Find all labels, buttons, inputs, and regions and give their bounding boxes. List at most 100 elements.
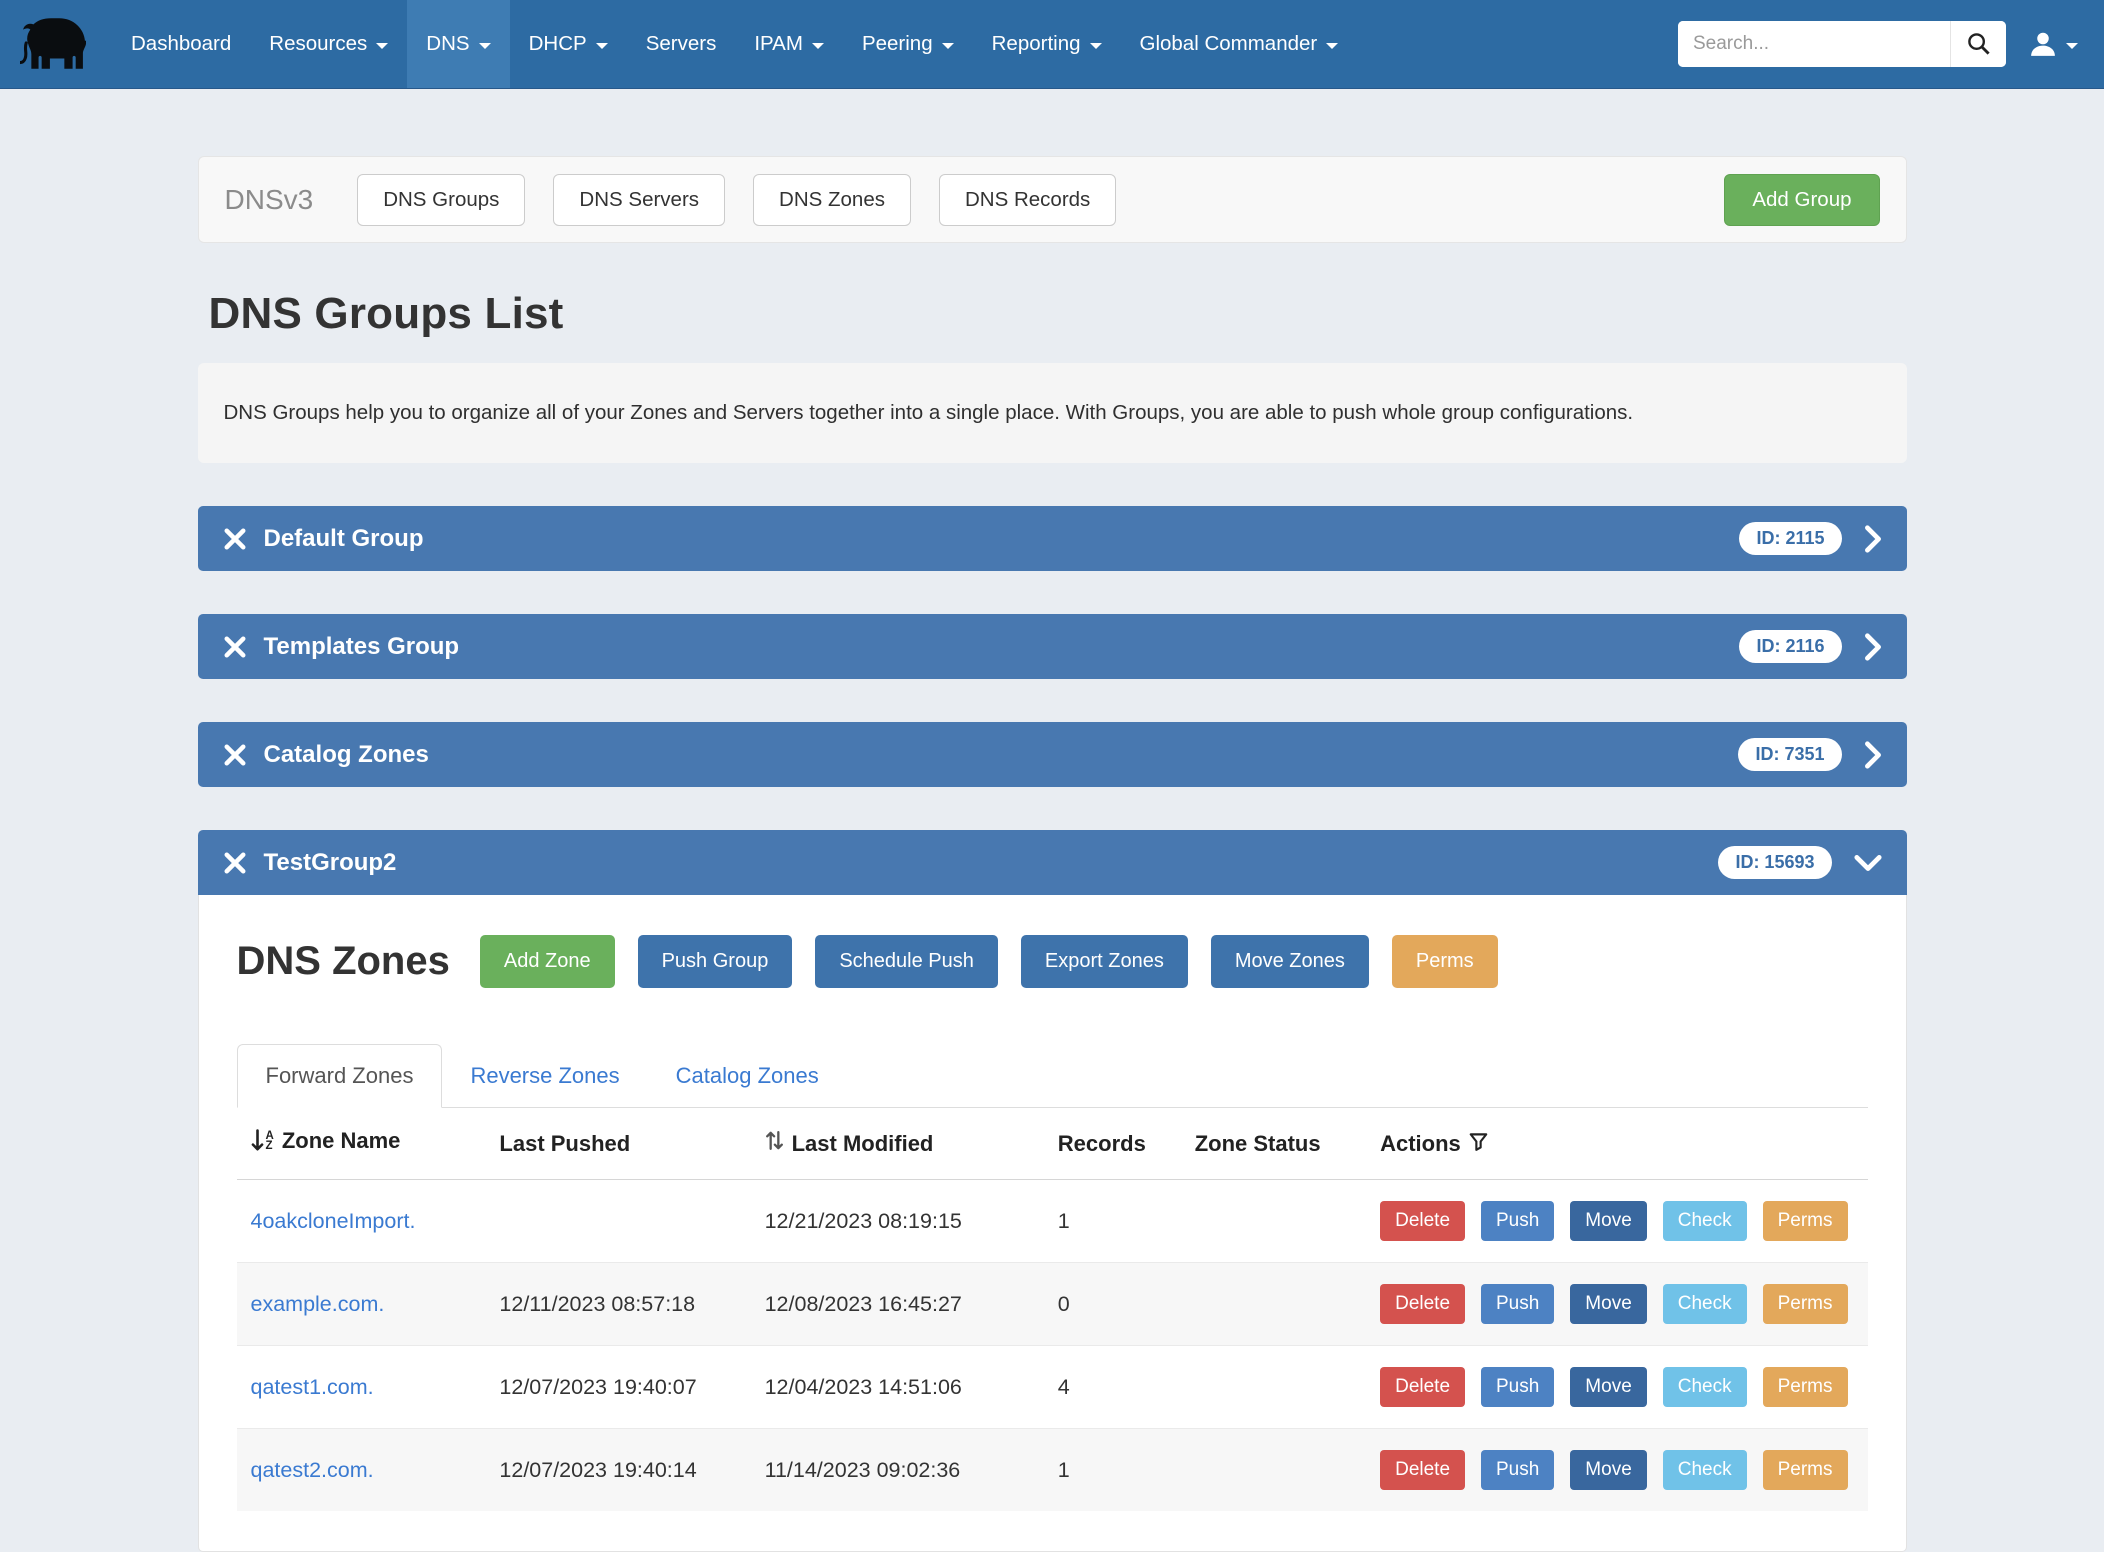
chevron-right-icon[interactable]: [1864, 741, 1882, 769]
user-menu[interactable]: [2028, 29, 2078, 59]
delete-button[interactable]: Delete: [1380, 1450, 1465, 1490]
nav-item-ipam[interactable]: IPAM: [735, 0, 843, 88]
add-zone-button[interactable]: Add Zone: [480, 935, 615, 988]
dnsv3-toolbar: DNSv3 DNS Groups DNS Servers DNS Zones D…: [198, 156, 1907, 243]
group-name: Default Group: [264, 525, 424, 553]
move-button[interactable]: Move: [1570, 1450, 1646, 1490]
check-button[interactable]: Check: [1663, 1284, 1747, 1324]
zone-link[interactable]: 4oakcloneImport.: [251, 1209, 416, 1233]
nav-label: Global Commander: [1140, 32, 1318, 56]
move-zones-button[interactable]: Move Zones: [1211, 935, 1369, 988]
search-input[interactable]: [1678, 21, 1950, 67]
group-bar-testgroup2[interactable]: TestGroup2 ID: 15693: [198, 830, 1907, 895]
nav-item-peering[interactable]: Peering: [843, 0, 973, 88]
column-label: Actions: [1380, 1131, 1461, 1157]
dns-records-button[interactable]: DNS Records: [939, 174, 1116, 226]
sort-alpha-down-icon: AZ: [251, 1129, 274, 1153]
delete-group-icon[interactable]: [223, 527, 247, 551]
nav-item-dashboard[interactable]: Dashboard: [112, 0, 250, 88]
last-pushed-cell: 12/07/2023 19:40:07: [489, 1346, 754, 1429]
move-button[interactable]: Move: [1570, 1284, 1646, 1324]
search-button[interactable]: [1950, 21, 2006, 67]
push-button[interactable]: Push: [1481, 1284, 1554, 1324]
nav-item-servers[interactable]: Servers: [627, 0, 736, 88]
check-button[interactable]: Check: [1663, 1450, 1747, 1490]
check-button[interactable]: Check: [1663, 1201, 1747, 1241]
nav-label: Dashboard: [131, 32, 231, 56]
chevron-right-icon[interactable]: [1864, 525, 1882, 553]
last-modified-cell: 11/14/2023 09:02:36: [755, 1429, 1048, 1512]
delete-group-icon[interactable]: [223, 635, 247, 659]
nav-item-resources[interactable]: Resources: [250, 0, 407, 88]
push-button[interactable]: Push: [1481, 1201, 1554, 1241]
column-label: Last Modified: [792, 1131, 934, 1157]
page-container: DNSv3 DNS Groups DNS Servers DNS Zones D…: [198, 156, 1907, 1552]
nav-item-global-commander[interactable]: Global Commander: [1121, 0, 1358, 88]
push-button[interactable]: Push: [1481, 1367, 1554, 1407]
tab-catalog-zones[interactable]: Catalog Zones: [648, 1045, 847, 1107]
table-row: 4oakcloneImport. 12/21/2023 08:19:15 1 D…: [237, 1180, 1868, 1263]
search-group: [1678, 21, 2006, 67]
export-zones-button[interactable]: Export Zones: [1021, 935, 1188, 988]
check-button[interactable]: Check: [1663, 1367, 1747, 1407]
perms-row-button[interactable]: Perms: [1763, 1284, 1848, 1324]
nav-item-reporting[interactable]: Reporting: [973, 0, 1121, 88]
column-header-actions[interactable]: Actions: [1370, 1108, 1867, 1180]
actions-cell: Delete Push Move Check Perms: [1370, 1263, 1867, 1346]
column-label: Zone Status: [1195, 1131, 1321, 1156]
dnsv3-brand: DNSv3: [225, 184, 314, 216]
chevron-down-icon: [1326, 43, 1338, 49]
last-pushed-cell: [489, 1180, 754, 1263]
delete-button[interactable]: Delete: [1380, 1201, 1465, 1241]
testgroup2-panel: DNS Zones Add Zone Push Group Schedule P…: [198, 895, 1907, 1552]
records-cell: 4: [1048, 1346, 1185, 1429]
last-modified-cell: 12/04/2023 14:51:06: [755, 1346, 1048, 1429]
delete-button[interactable]: Delete: [1380, 1284, 1465, 1324]
group-id-badge: ID: 2115: [1739, 522, 1841, 555]
actions-cell: Delete Push Move Check Perms: [1370, 1429, 1867, 1512]
group-bar-catalog-zones[interactable]: Catalog Zones ID: 7351: [198, 722, 1907, 787]
zone-status-cell: [1185, 1346, 1370, 1429]
delete-group-icon[interactable]: [223, 743, 247, 767]
nav-item-dns[interactable]: DNS: [407, 0, 509, 88]
column-header-records: Records: [1048, 1108, 1185, 1180]
top-navbar: Dashboard Resources DNS DHCP Servers IPA…: [0, 0, 2104, 89]
delete-group-icon[interactable]: [223, 851, 247, 875]
mammoth-logo[interactable]: [20, 0, 98, 88]
dns-groups-button[interactable]: DNS Groups: [357, 174, 525, 226]
column-label: Records: [1058, 1131, 1146, 1156]
table-row: qatest2.com. 12/07/2023 19:40:14 11/14/2…: [237, 1429, 1868, 1512]
schedule-push-button[interactable]: Schedule Push: [815, 935, 998, 988]
filter-funnel-icon[interactable]: [1469, 1131, 1488, 1157]
perms-button[interactable]: Perms: [1392, 935, 1498, 988]
nav-label: Servers: [646, 32, 717, 56]
zone-link[interactable]: qatest2.com.: [251, 1458, 374, 1482]
delete-button[interactable]: Delete: [1380, 1367, 1465, 1407]
dns-zones-button[interactable]: DNS Zones: [753, 174, 911, 226]
zone-link[interactable]: example.com.: [251, 1292, 385, 1316]
group-bar-templates-group[interactable]: Templates Group ID: 2116: [198, 614, 1907, 679]
perms-row-button[interactable]: Perms: [1763, 1201, 1848, 1241]
table-row: qatest1.com. 12/07/2023 19:40:07 12/04/2…: [237, 1346, 1868, 1429]
group-bar-default-group[interactable]: Default Group ID: 2115: [198, 506, 1907, 571]
group-name: Catalog Zones: [264, 741, 429, 769]
push-group-button[interactable]: Push Group: [638, 935, 793, 988]
nav-label: Reporting: [992, 32, 1081, 56]
tab-reverse-zones[interactable]: Reverse Zones: [442, 1045, 647, 1107]
dns-servers-button[interactable]: DNS Servers: [553, 174, 725, 226]
add-group-button[interactable]: Add Group: [1724, 174, 1879, 226]
tab-forward-zones[interactable]: Forward Zones: [237, 1044, 443, 1108]
move-button[interactable]: Move: [1570, 1367, 1646, 1407]
last-pushed-cell: 12/07/2023 19:40:14: [489, 1429, 754, 1512]
push-button[interactable]: Push: [1481, 1450, 1554, 1490]
perms-row-button[interactable]: Perms: [1763, 1367, 1848, 1407]
perms-row-button[interactable]: Perms: [1763, 1450, 1848, 1490]
column-header-zone-name[interactable]: AZ Zone Name: [237, 1108, 490, 1180]
chevron-down-icon[interactable]: [1854, 854, 1882, 872]
column-header-last-modified[interactable]: Last Modified: [755, 1108, 1048, 1180]
chevron-right-icon[interactable]: [1864, 633, 1882, 661]
nav-item-dhcp[interactable]: DHCP: [510, 0, 627, 88]
move-button[interactable]: Move: [1570, 1201, 1646, 1241]
zone-link[interactable]: qatest1.com.: [251, 1375, 374, 1399]
zone-status-cell: [1185, 1263, 1370, 1346]
